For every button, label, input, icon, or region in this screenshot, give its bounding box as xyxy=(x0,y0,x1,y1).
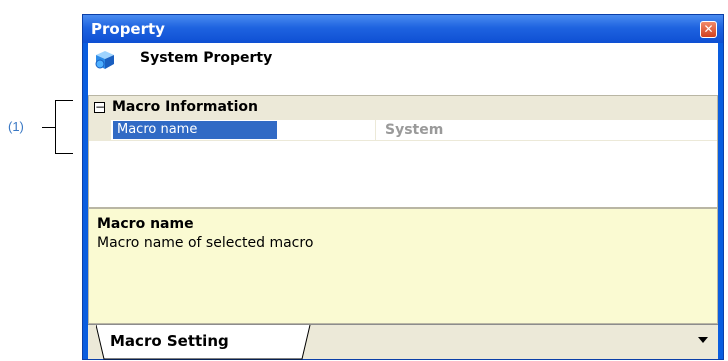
callout-label: (1) xyxy=(8,119,24,134)
property-header: System Property xyxy=(88,43,718,75)
cube-icon xyxy=(95,51,114,69)
property-header-title: System Property xyxy=(140,50,273,66)
category-label: Macro Information xyxy=(112,99,258,115)
row-gutter xyxy=(89,120,111,140)
title-bar[interactable]: Property ✕ xyxy=(83,15,723,43)
property-row[interactable]: Macro name System xyxy=(89,120,717,141)
tab-bar: Macro Setting xyxy=(88,324,718,361)
close-icon[interactable]: ✕ xyxy=(700,21,717,38)
description-title: Macro name xyxy=(97,216,194,232)
chevron-down-icon[interactable] xyxy=(698,337,708,343)
collapse-icon[interactable]: − xyxy=(94,101,105,113)
callout-leader-line xyxy=(42,127,55,128)
property-name[interactable]: Macro name xyxy=(113,121,277,139)
category-row[interactable]: − Macro Information xyxy=(89,96,717,120)
tab-label: Macro Setting xyxy=(110,332,229,350)
callout-bracket xyxy=(55,100,73,154)
description-text: Macro name of selected macro xyxy=(97,235,314,251)
property-value[interactable]: System xyxy=(385,121,443,139)
property-window: Property ✕ System Property − Macro Infor… xyxy=(82,14,724,360)
property-grid: − Macro Information Macro name System xyxy=(88,95,718,208)
tab-macro-setting[interactable]: Macro Setting xyxy=(96,325,312,361)
window-content: System Property − Macro Information Macr… xyxy=(88,43,718,361)
description-pane: Macro name Macro name of selected macro xyxy=(88,208,718,324)
column-divider xyxy=(375,120,376,140)
window-title: Property xyxy=(91,20,165,38)
